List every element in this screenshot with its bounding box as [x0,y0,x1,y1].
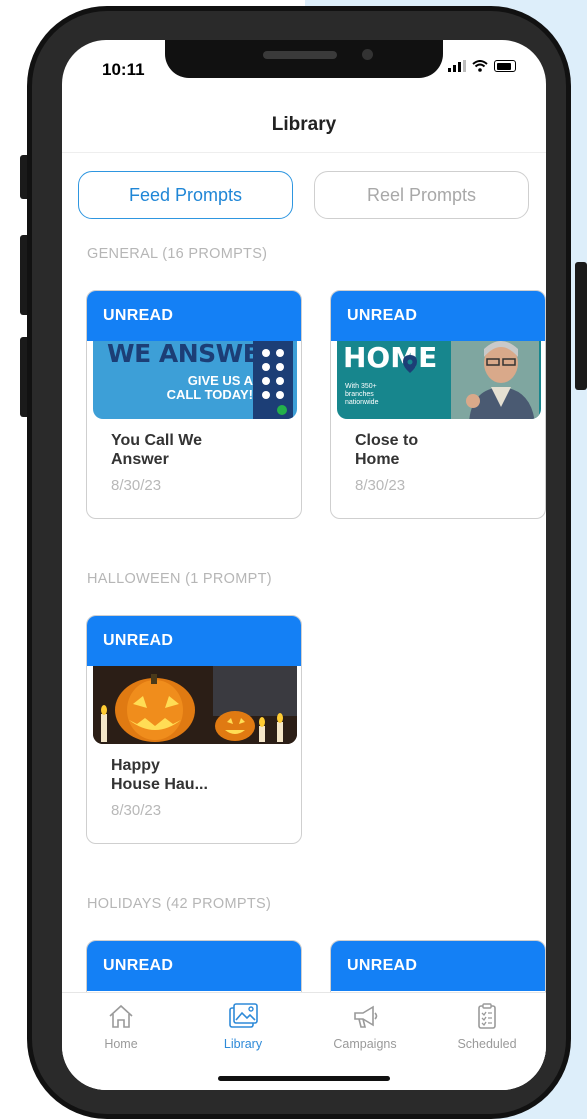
thumbnail-subtext: With 350+ branches nationwide [345,383,378,407]
thumbnail-subtext-line: branches [345,391,374,398]
card-date: 8/30/23 [355,477,406,494]
card-title-line: Close to [355,432,419,449]
card-title-line: House Hau... [111,776,208,793]
section-heading-general: GENERAL (16 PROMPTS) [87,246,268,262]
status-icons [448,60,516,72]
section-heading-halloween: HALLOWEEN (1 PROMPT) [87,571,272,587]
thumbnail-subtext: GIVE US A CALL TODAY! [153,374,253,402]
tab-campaigns[interactable]: Campaigns [315,1001,415,1051]
card-date: 8/30/23 [111,802,162,819]
tab-feed-prompts[interactable]: Feed Prompts [78,171,293,219]
card-title-line: Answer [111,451,169,468]
prompt-thumbnail: WE ANSWER GIVE US A CALL TODAY! [93,341,297,419]
status-time: 10:11 [102,60,145,79]
card-title: Happy House Hau... [111,756,281,794]
page-title: Library [271,114,337,135]
front-camera [362,49,373,60]
prompt-card[interactable]: UNREAD [86,615,302,844]
unread-badge: UNREAD [331,941,545,991]
tab-scheduled[interactable]: Scheduled [437,1001,537,1051]
prompt-thumbnail: HOME With 350+ branches nationwide [337,341,541,419]
section-heading-holidays: HOLIDAYS (42 PROMPTS) [87,896,272,912]
header-divider [62,152,546,153]
tab-home[interactable]: Home [71,1001,171,1051]
unread-badge: UNREAD [87,941,301,991]
tab-label: Home [104,1037,138,1051]
phone-screen: 10:11 Library Feed Prompts Reel Prompts … [62,40,546,1090]
person-photo [451,341,539,419]
power-button [575,262,587,390]
clipboard-icon [478,1003,496,1029]
card-title-line: You Call We [111,432,202,449]
tab-reel-prompts[interactable]: Reel Prompts [314,171,529,219]
tab-library[interactable]: Library [193,1001,293,1051]
pumpkin-image [93,666,297,744]
house-icon [109,1004,133,1028]
tab-label: Campaigns [333,1037,397,1051]
card-date: 8/30/23 [111,477,162,494]
notch [165,40,443,78]
home-indicator[interactable] [218,1076,390,1081]
location-pin-icon [403,355,417,373]
card-title: You Call We Answer [111,431,281,469]
card-title-line: Happy [111,757,160,774]
images-icon [229,1003,258,1028]
prompt-card[interactable]: UNREAD WE ANSWER GIVE US A CALL TODAY! Y… [86,290,302,519]
battery-icon [494,60,516,72]
card-title: Close to Home [355,431,525,469]
tab-label: Scheduled [457,1037,517,1051]
unread-badge: UNREAD [87,291,301,341]
card-title-line: Home [355,451,400,468]
unread-badge: UNREAD [87,616,301,666]
unread-badge: UNREAD [331,291,545,341]
keypad-graphic [253,341,293,419]
thumbnail-subtext-line: With 350+ [345,383,377,390]
tab-label: Library [223,1037,263,1051]
wifi-icon [472,60,488,72]
speaker [263,51,337,59]
megaphone-icon [354,1005,378,1028]
prompt-thumbnail [93,666,297,744]
signal-icon [448,60,466,72]
thumbnail-headline: HOME [343,341,438,374]
thumbnail-subtext-line: CALL TODAY! [166,387,253,402]
thumbnail-subtext-line: nationwide [345,399,379,406]
prompt-card[interactable]: UNREAD HOME With 350+ branches nationwid… [330,290,546,519]
thumbnail-subtext-line: GIVE US A [187,373,253,388]
